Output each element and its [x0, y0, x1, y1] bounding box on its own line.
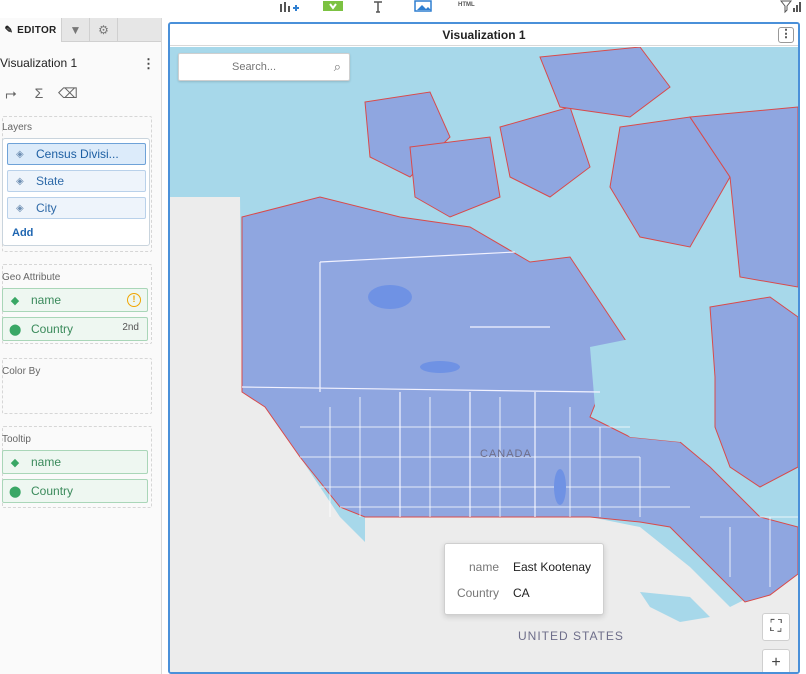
- search-icon[interactable]: ⌕: [334, 59, 341, 75]
- pill-label: name: [31, 455, 62, 469]
- tooltip-row: name East Kootenay: [445, 560, 605, 576]
- plus-icon: +: [771, 654, 781, 671]
- geo-attribute-name[interactable]: ◆ name !: [2, 288, 148, 312]
- color-by-label: Color By: [2, 366, 41, 377]
- axis-icon[interactable]: ⮣: [2, 84, 20, 102]
- visualization-menu-button[interactable]: ⋮: [778, 27, 794, 43]
- geo-attribute-label: Geo Attribute: [2, 272, 61, 283]
- add-layer-link[interactable]: Add: [12, 227, 33, 239]
- tab-filter[interactable]: ▼: [62, 18, 90, 42]
- geo-attribute-country[interactable]: ⬤ Country 2nd: [2, 317, 148, 341]
- top-toolbar: HTML: [0, 0, 806, 18]
- layers-list: ◈ Census Divisi... ◈ State ◈ City Add: [2, 138, 150, 246]
- filter-icon: ▼: [69, 23, 82, 37]
- map-canvas[interactable]: ⌕ CANADA UNITED STATES name East Kootena…: [170, 47, 798, 672]
- layers-icon: ◈: [16, 202, 24, 214]
- image-icon[interactable]: [414, 0, 432, 14]
- editor-tabs: ✎ EDITOR ▼ ⚙: [0, 18, 161, 42]
- gear-icon: ⚙: [98, 23, 109, 37]
- layer-label: City: [36, 201, 57, 215]
- arctic-island: [409, 136, 501, 218]
- tooltip-key: name: [468, 560, 499, 574]
- eraser-icon[interactable]: ⌫: [58, 84, 78, 102]
- layers-icon: ◈: [16, 175, 24, 187]
- quebec-labrador: [709, 296, 798, 488]
- map-pin-icon: ⬤: [9, 323, 22, 336]
- editor-tools: ⮣ Σ ⌫: [0, 84, 160, 104]
- arctic-island: [539, 47, 671, 118]
- geo-diamond-icon: ◆: [10, 456, 20, 469]
- map-search-input[interactable]: [189, 59, 319, 75]
- add-chart-icon[interactable]: [278, 0, 300, 14]
- filter-signal-icon[interactable]: [780, 0, 802, 14]
- tab-editor-label: EDITOR: [17, 24, 57, 36]
- map-label-canada: CANADA: [480, 448, 532, 460]
- zoom-in-button[interactable]: +: [762, 649, 790, 672]
- warning-icon[interactable]: !: [127, 293, 141, 307]
- fit-screen-icon: ⛶: [770, 618, 782, 635]
- geo-diamond-icon: ◆: [10, 294, 20, 307]
- more-options-icon[interactable]: ⋮: [142, 56, 155, 72]
- map-label-united-states: UNITED STATES: [518, 629, 624, 643]
- visualization-name-row: Visualization 1 ⋮: [0, 56, 160, 74]
- fit-to-screen-button[interactable]: ⛶: [762, 613, 790, 641]
- visualization-header: Visualization 1 ⋮: [170, 24, 798, 46]
- tooltip-value: CA: [513, 586, 530, 600]
- layer-label: Census Divisi...: [36, 147, 119, 161]
- great-slave-lake: [420, 361, 460, 373]
- tab-settings[interactable]: ⚙: [90, 18, 118, 42]
- tooltip-field-name[interactable]: ◆ name: [2, 450, 148, 474]
- tooltip-key: Country: [456, 586, 499, 600]
- layer-census-division[interactable]: ◈ Census Divisi...: [7, 143, 146, 165]
- map-search-box: ⌕: [178, 53, 350, 81]
- layer-label: State: [36, 174, 65, 188]
- tooltip-row: Country CA: [445, 586, 605, 602]
- text-icon[interactable]: [372, 0, 384, 14]
- map-pin-icon: ⬤: [9, 485, 22, 498]
- layer-city[interactable]: ◈ City: [7, 197, 146, 219]
- arctic-island: [499, 106, 591, 198]
- table-icon[interactable]: [322, 0, 344, 14]
- pill-label: name: [31, 293, 62, 307]
- pill-label: Country: [31, 484, 74, 498]
- tooltip-value: East Kootenay: [513, 560, 592, 574]
- lake-winnipeg: [554, 469, 566, 505]
- pill-label: Country: [31, 322, 74, 336]
- pencil-icon: ✎: [4, 24, 14, 36]
- html-button[interactable]: HTML: [458, 2, 475, 16]
- tooltip-label: Tooltip: [2, 434, 31, 445]
- map-tooltip: name East Kootenay Country CA: [444, 543, 604, 615]
- visualization-name: Visualization 1: [0, 56, 78, 70]
- sum-icon[interactable]: Σ: [30, 84, 48, 102]
- layer-state[interactable]: ◈ State: [7, 170, 146, 192]
- visualization-title: Visualization 1: [442, 28, 526, 42]
- tooltip-field-country[interactable]: ⬤ Country: [2, 479, 148, 503]
- great-bear-lake: [368, 285, 412, 309]
- editor-panel: ✎ EDITOR ▼ ⚙ Visualization 1 ⋮ ⮣ Σ ⌫ Lay…: [0, 18, 162, 674]
- visualization-container: Visualization 1 ⋮ Search... ⌕ CANADA UNI…: [168, 22, 800, 674]
- tab-editor[interactable]: ✎ EDITOR: [0, 18, 62, 42]
- layers-icon: ◈: [16, 148, 24, 160]
- ordinal-badge: 2nd: [122, 322, 139, 333]
